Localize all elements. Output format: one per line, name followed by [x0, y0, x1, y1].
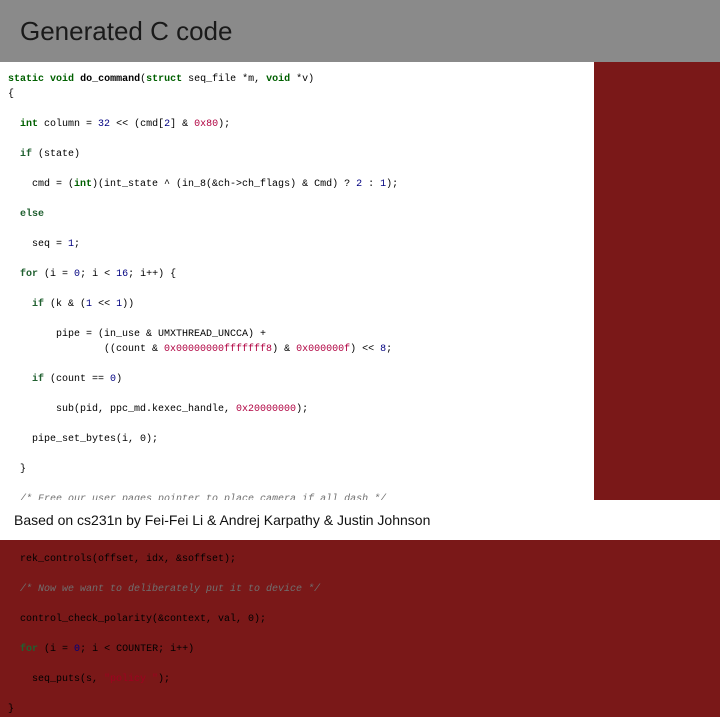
kw-static: static [8, 74, 44, 85]
code-text: ) & [272, 344, 296, 355]
slide-title: Generated C code [20, 16, 232, 47]
kw-if3: if [32, 374, 44, 385]
hex: 0x20000000 [236, 404, 296, 415]
code-text: rek_controls(offset, idx, &soffset); [8, 554, 236, 565]
kw-void: void [50, 74, 74, 85]
string: "policy " [104, 674, 158, 685]
code-text: (i = [38, 644, 74, 655]
code-text: ) [116, 374, 122, 385]
code-text: seq_file *m, [182, 74, 266, 85]
code-text: ); [158, 674, 170, 685]
code-text: << [92, 299, 116, 310]
code-text: ; [74, 239, 80, 250]
code-text: ; i < [80, 269, 116, 280]
code-text: ) << [350, 344, 380, 355]
code-text: ] & [170, 119, 194, 130]
code-text: ; i < COUNTER; i++) [80, 644, 194, 655]
footer-credit: Based on cs231n by Fei-Fei Li & Andrej K… [14, 512, 430, 528]
comment: /* Now we want to deliberately put it to… [20, 584, 320, 595]
code-text: << (cmd[ [110, 119, 164, 130]
kw-if2: if [32, 299, 44, 310]
kw-void2: void [266, 74, 290, 85]
kw-if: if [20, 149, 32, 160]
code-text: ; i++) { [128, 269, 176, 280]
code-text: seq = [8, 239, 68, 250]
fn-name: do_command [80, 74, 140, 85]
num: 16 [116, 269, 128, 280]
code-text: column = [38, 119, 98, 130]
code-block: static void do_command(struct seq_file *… [0, 62, 594, 500]
kw-else: else [20, 209, 44, 220]
brace-open: { [8, 89, 14, 100]
brace-close: } [8, 704, 14, 715]
code-text: )) [122, 299, 134, 310]
footer-bar: Based on cs231n by Fei-Fei Li & Andrej K… [0, 500, 720, 540]
code-text: pipe = (in_use & UMXTHREAD_UNCCA) + [8, 329, 266, 340]
num: 32 [98, 119, 110, 130]
code-text: sub(pid, ppc_md.kexec_handle, [8, 404, 236, 415]
code-text: } [8, 464, 26, 475]
code-text: ); [386, 179, 398, 190]
kw-for: for [20, 269, 38, 280]
hex: 0x00000000fffffff8 [164, 344, 272, 355]
kw-for2: for [20, 644, 38, 655]
kw-struct: struct [146, 74, 182, 85]
code-text: pipe_set_bytes(i, 0); [8, 434, 158, 445]
code-text: (count == [44, 374, 110, 385]
code-text: *v) [290, 74, 314, 85]
code-text: (state) [32, 149, 80, 160]
code-text: (k & ( [44, 299, 86, 310]
title-bar: Generated C code [0, 0, 720, 62]
code-text: seq_puts(s, [8, 674, 104, 685]
code-text: (i = [38, 269, 74, 280]
code-text: ); [296, 404, 308, 415]
kw-int2: int [74, 179, 92, 190]
code-text: cmd = ( [8, 179, 74, 190]
code-text: ((count & [8, 344, 164, 355]
code-text: control_check_polarity(&context, val, 0)… [8, 614, 266, 625]
hex: 0x80 [194, 119, 218, 130]
code-text: ; [386, 344, 392, 355]
code-text: : [362, 179, 380, 190]
code-text: )(int_state ^ (in_8(&ch->ch_flags) & Cmd… [92, 179, 356, 190]
kw-int: int [20, 119, 38, 130]
code-text: ); [218, 119, 230, 130]
hex: 0x000000f [296, 344, 350, 355]
